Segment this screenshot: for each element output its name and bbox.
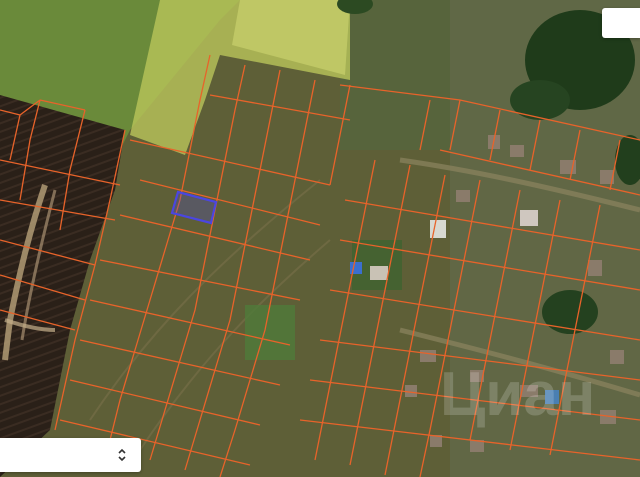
up-down-chevron-icon	[118, 448, 126, 462]
map-control-button[interactable]	[602, 8, 640, 38]
layer-select[interactable]	[0, 438, 141, 472]
watermark-text: Циан	[440, 360, 595, 429]
map-canvas[interactable]: Циан	[0, 0, 640, 477]
